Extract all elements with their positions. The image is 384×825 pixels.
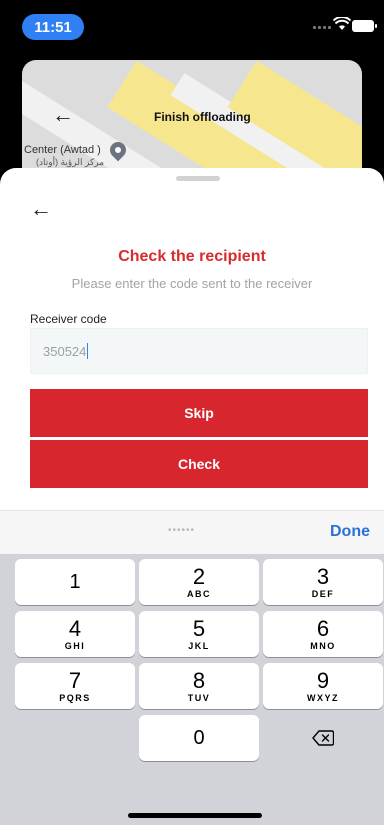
back-arrow-icon[interactable]: ← <box>30 196 52 222</box>
key-digit: 0 <box>193 727 205 749</box>
key-letters: GHI <box>64 641 86 651</box>
key-letters: ABC <box>187 589 211 599</box>
skip-button[interactable]: Skip <box>30 389 368 437</box>
map-back-arrow-icon[interactable]: ← <box>52 102 74 128</box>
key-3[interactable]: 3 DEF <box>263 559 383 605</box>
receiver-code-label: Receiver code <box>30 312 107 326</box>
accessory-dots: •••••• <box>168 525 196 536</box>
key-9[interactable]: 9 WXYZ <box>263 663 383 709</box>
key-8[interactable]: 8 TUV <box>139 663 259 709</box>
key-digit: 1 <box>69 571 81 593</box>
key-letters: TUV <box>187 693 211 703</box>
key-digit: 7 <box>68 668 82 693</box>
key-digit: 6 <box>316 616 330 641</box>
delete-backward-icon <box>312 730 334 746</box>
sheet-grabber[interactable] <box>176 176 220 181</box>
key-letters: MNO <box>310 641 336 651</box>
text-cursor <box>87 343 89 359</box>
numeric-keyboard: 1 2 ABC 3 DEF 4 GHI 5 JKL 6 MNO 7 PQRS 8… <box>0 554 384 825</box>
check-button[interactable]: Check <box>30 440 368 488</box>
key-6[interactable]: 6 MNO <box>263 611 383 657</box>
map-title: Finish offloading <box>154 110 251 124</box>
key-digit: 5 <box>192 616 206 641</box>
key-7[interactable]: 7 PQRS <box>15 663 135 709</box>
battery-icon <box>352 20 377 32</box>
cellular-signal-icon <box>313 26 331 30</box>
key-5[interactable]: 5 JKL <box>139 611 259 657</box>
place-name: Center (Awtad ) <box>24 144 101 156</box>
key-0[interactable]: 0 <box>139 715 259 761</box>
map-place-label: Center (Awtad ) مركز الرؤية (أوتاد) <box>24 144 104 168</box>
key-1[interactable]: 1 <box>15 559 135 605</box>
sheet-subtitle: Please enter the code sent to the receiv… <box>71 276 313 291</box>
status-time: 11:51 <box>22 14 84 40</box>
key-digit: 2 <box>192 564 206 589</box>
sheet-title: Check the recipient <box>118 248 266 265</box>
status-bar: 11:51 <box>0 0 384 48</box>
done-button[interactable]: Done <box>330 523 370 541</box>
place-name-arabic: مركز الرؤية (أوتاد) <box>36 157 105 167</box>
key-digit: 4 <box>68 616 82 641</box>
key-letters: JKL <box>188 641 210 651</box>
key-digit: 8 <box>192 668 206 693</box>
key-letters: DEF <box>311 589 335 599</box>
key-4[interactable]: 4 GHI <box>15 611 135 657</box>
receiver-code-input[interactable]: 350524 <box>30 328 368 374</box>
key-letters: PQRS <box>59 693 91 703</box>
receiver-code-value: 350524 <box>43 343 87 359</box>
key-digit: 9 <box>316 668 330 693</box>
key-digit: 3 <box>316 564 330 589</box>
keyboard-accessory-bar: •••••• Done <box>0 510 384 554</box>
wifi-icon <box>333 17 351 30</box>
backspace-key[interactable] <box>263 715 383 761</box>
recipient-sheet: ← Check the recipient Please enter the c… <box>0 168 384 510</box>
home-indicator[interactable] <box>128 813 262 818</box>
key-letters: WXYZ <box>307 693 339 703</box>
key-2[interactable]: 2 ABC <box>139 559 259 605</box>
